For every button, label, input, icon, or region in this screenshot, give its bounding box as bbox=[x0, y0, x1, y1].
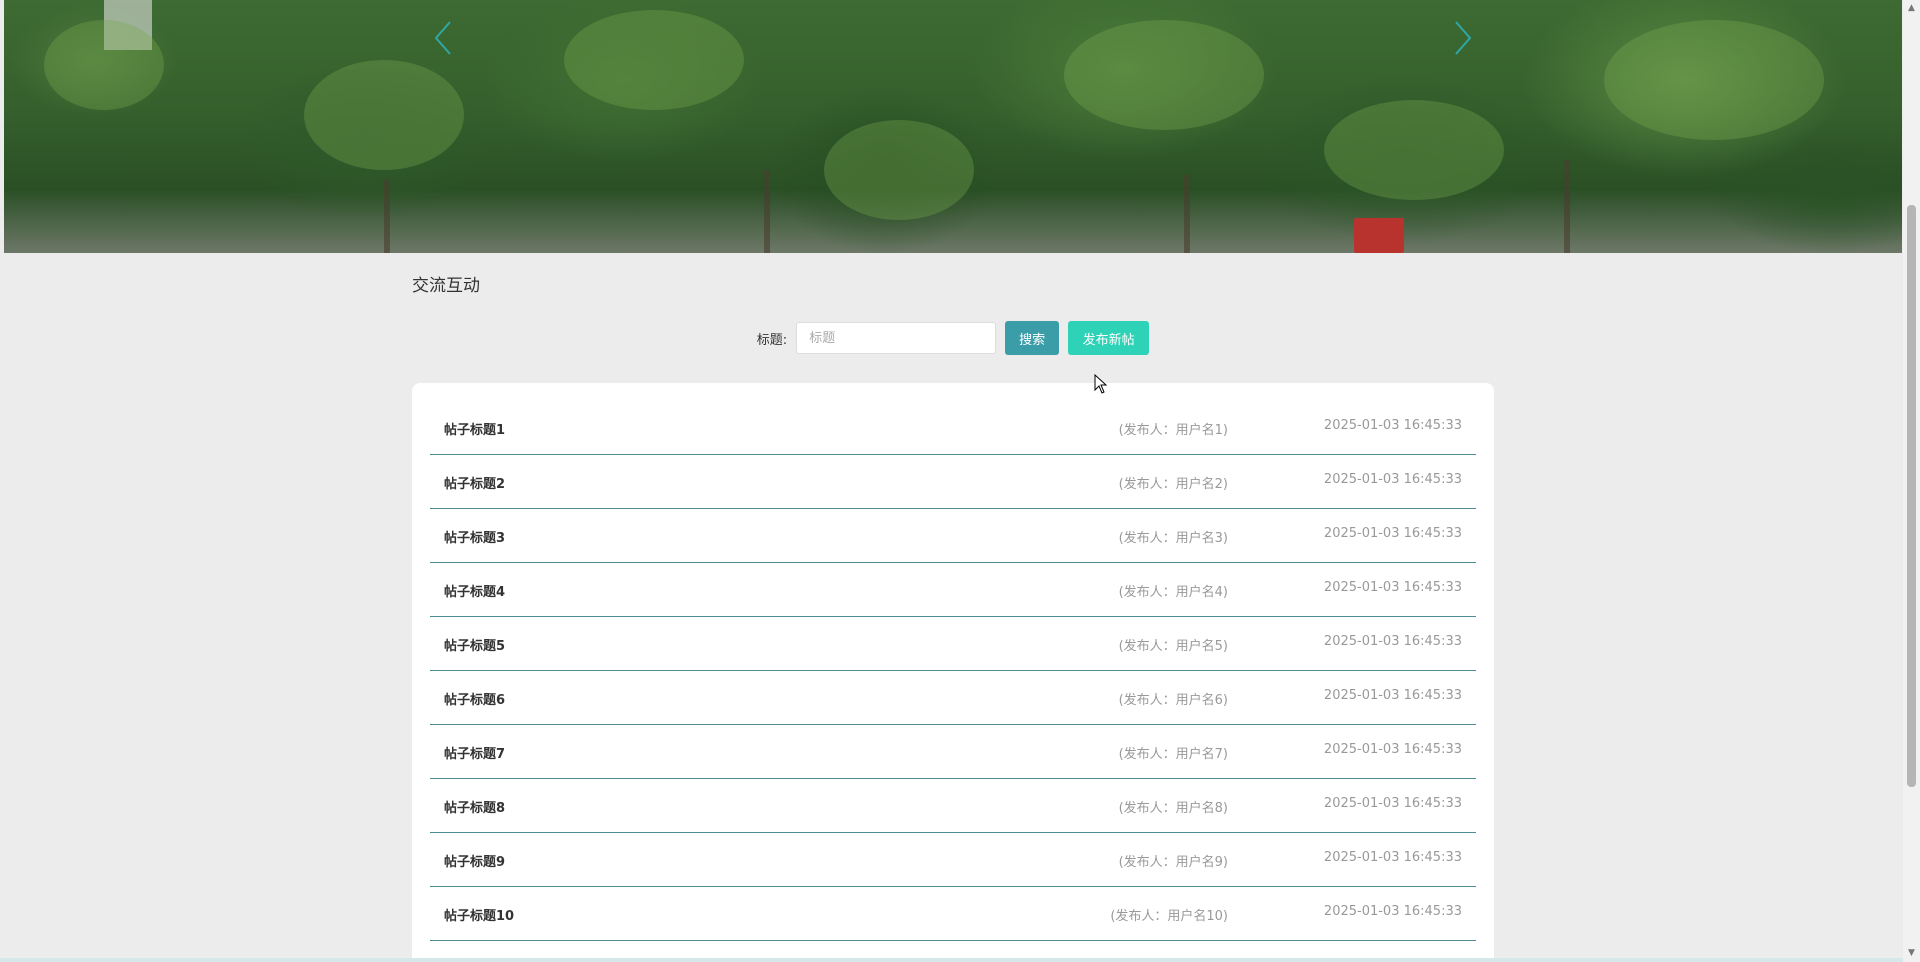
post-title[interactable]: 帖子标题8 bbox=[444, 797, 505, 816]
page: 交流互动 标题: 搜索 发布新帖 帖子标题1 (发布人：用户名1) 2025-0… bbox=[0, 0, 1920, 962]
banner-trunk bbox=[384, 180, 390, 253]
post-time: 2025-01-03 16:45:33 bbox=[1323, 472, 1462, 487]
scroll-up-arrow-icon[interactable]: ▲ bbox=[1903, 0, 1920, 17]
post-row[interactable]: 帖子标题1 (发布人：用户名1) 2025-01-03 16:45:33 bbox=[430, 401, 1476, 455]
mouse-pointer-icon bbox=[1094, 374, 1108, 394]
vertical-scrollbar[interactable]: ▲ ▼ bbox=[1903, 0, 1920, 962]
carousel-prev-button[interactable] bbox=[428, 18, 458, 62]
post-author: (发布人：用户名2) bbox=[1118, 477, 1228, 492]
post-time: 2025-01-03 16:45:33 bbox=[1323, 688, 1462, 703]
search-label: 标题: bbox=[756, 332, 788, 348]
post-author: (发布人：用户名3) bbox=[1118, 531, 1228, 546]
scroll-thumb[interactable] bbox=[1907, 205, 1916, 787]
post-row[interactable]: 帖子标题8 (发布人：用户名8) 2025-01-03 16:45:33 bbox=[430, 779, 1476, 833]
banner-trunk bbox=[1564, 160, 1570, 253]
post-time: 2025-01-03 16:45:33 bbox=[1323, 904, 1462, 919]
post-author: (发布人：用户名7) bbox=[1118, 747, 1228, 762]
post-row[interactable]: 帖子标题3 (发布人：用户名3) 2025-01-03 16:45:33 bbox=[430, 509, 1476, 563]
banner-red-sign bbox=[1354, 218, 1404, 253]
post-row[interactable]: 帖子标题10 (发布人：用户名10) 2025-01-03 16:45:33 bbox=[430, 887, 1476, 941]
post-row[interactable]: 帖子标题5 (发布人：用户名5) 2025-01-03 16:45:33 bbox=[430, 617, 1476, 671]
post-author: (发布人：用户名9) bbox=[1118, 855, 1228, 870]
post-time: 2025-01-03 16:45:33 bbox=[1323, 634, 1462, 649]
banner-trunk bbox=[764, 170, 770, 253]
banner-foliage bbox=[44, 20, 164, 110]
search-bar: 标题: 搜索 发布新帖 bbox=[412, 321, 1494, 355]
banner-foliage bbox=[1064, 20, 1264, 130]
post-title[interactable]: 帖子标题1 bbox=[444, 419, 505, 438]
search-button[interactable]: 搜索 bbox=[1005, 321, 1060, 355]
post-row[interactable]: 帖子标题9 (发布人：用户名9) 2025-01-03 16:45:33 bbox=[430, 833, 1476, 887]
banner-foliage bbox=[304, 60, 464, 170]
post-author: (发布人：用户名1) bbox=[1118, 423, 1228, 438]
post-title[interactable]: 帖子标题9 bbox=[444, 851, 505, 870]
post-title[interactable]: 帖子标题10 bbox=[444, 905, 514, 924]
scroll-down-arrow-icon[interactable]: ▼ bbox=[1903, 945, 1920, 962]
section-title: 交流互动 bbox=[412, 276, 480, 296]
post-title[interactable]: 帖子标题6 bbox=[444, 689, 505, 708]
post-time: 2025-01-03 16:45:33 bbox=[1323, 850, 1462, 865]
banner-foliage bbox=[1324, 100, 1504, 200]
new-post-button[interactable]: 发布新帖 bbox=[1068, 321, 1150, 355]
chevron-left-icon bbox=[434, 21, 451, 55]
post-author: (发布人：用户名10) bbox=[1110, 909, 1228, 924]
post-author: (发布人：用户名6) bbox=[1118, 693, 1228, 708]
banner-foliage bbox=[564, 10, 744, 110]
post-list-panel: 帖子标题1 (发布人：用户名1) 2025-01-03 16:45:33 帖子标… bbox=[412, 383, 1494, 962]
banner-foliage bbox=[824, 120, 974, 220]
chevron-right-icon bbox=[1455, 21, 1472, 55]
post-row[interactable]: 帖子标题7 (发布人：用户名7) 2025-01-03 16:45:33 bbox=[430, 725, 1476, 779]
post-time: 2025-01-03 16:45:33 bbox=[1323, 580, 1462, 595]
post-author: (发布人：用户名5) bbox=[1118, 639, 1228, 654]
banner-carousel bbox=[4, 0, 1902, 253]
post-time: 2025-01-03 16:45:33 bbox=[1323, 418, 1462, 433]
post-author: (发布人：用户名4) bbox=[1118, 585, 1228, 600]
banner-foliage bbox=[1604, 20, 1824, 140]
post-list: 帖子标题1 (发布人：用户名1) 2025-01-03 16:45:33 帖子标… bbox=[412, 383, 1494, 941]
post-time: 2025-01-03 16:45:33 bbox=[1323, 742, 1462, 757]
post-row[interactable]: 帖子标题6 (发布人：用户名6) 2025-01-03 16:45:33 bbox=[430, 671, 1476, 725]
banner-trunk bbox=[1184, 175, 1190, 253]
post-row[interactable]: 帖子标题2 (发布人：用户名2) 2025-01-03 16:45:33 bbox=[430, 455, 1476, 509]
post-title[interactable]: 帖子标题3 bbox=[444, 527, 505, 546]
post-title[interactable]: 帖子标题4 bbox=[444, 581, 505, 600]
window-bottom-edge bbox=[0, 958, 1903, 962]
title-search-input[interactable] bbox=[796, 322, 997, 354]
post-time: 2025-01-03 16:45:33 bbox=[1323, 796, 1462, 811]
post-row[interactable]: 帖子标题4 (发布人：用户名4) 2025-01-03 16:45:33 bbox=[430, 563, 1476, 617]
post-title[interactable]: 帖子标题7 bbox=[444, 743, 505, 762]
post-title[interactable]: 帖子标题2 bbox=[444, 473, 505, 492]
post-title[interactable]: 帖子标题5 bbox=[444, 635, 505, 654]
carousel-next-button[interactable] bbox=[1448, 18, 1478, 62]
post-time: 2025-01-03 16:45:33 bbox=[1323, 526, 1462, 541]
post-author: (发布人：用户名8) bbox=[1118, 801, 1228, 816]
